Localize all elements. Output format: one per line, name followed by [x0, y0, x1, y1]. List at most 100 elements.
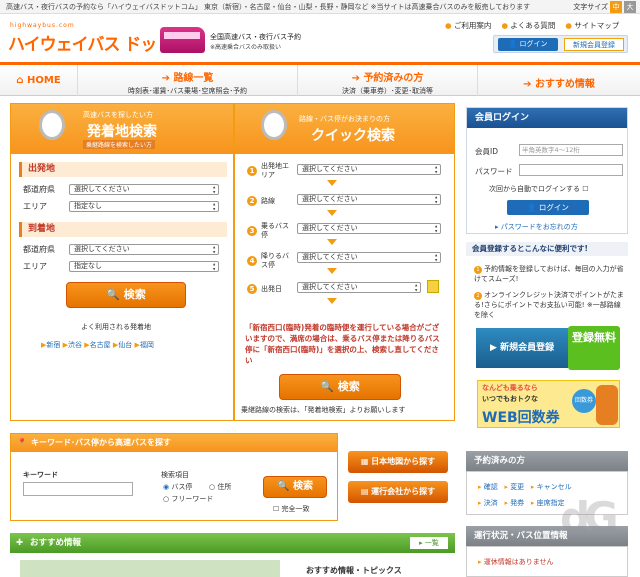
payment-link[interactable]: ▸ 決済: [478, 499, 498, 507]
main-nav: ⌂ HOME ➔ 路線一覧 時刻表･運賃･バス乗場･空席照会･予約 ➔ 予約済み…: [0, 62, 640, 96]
quick-board-select[interactable]: 選択してください: [297, 223, 441, 234]
faq-link[interactable]: ● よくある質問: [501, 20, 555, 31]
depart-search-title: 発着地検索: [87, 124, 157, 140]
cancel-link[interactable]: ▸ キャンセル: [531, 483, 572, 491]
operator-search-button[interactable]: ▤ 運行会社から探す: [348, 481, 448, 503]
web-coupon-banner[interactable]: なんども乗るなら いつでもおトクな WEB回数券 回数券: [477, 380, 620, 428]
magnifier-icon: [39, 110, 65, 140]
forgot-password-link[interactable]: ▸ パスワードをお忘れの方: [495, 222, 578, 232]
arrow-circle-icon: ➔: [161, 73, 170, 84]
popular-link[interactable]: ▶新宿: [41, 341, 60, 349]
popular-title: よく利用される発着地: [81, 323, 151, 331]
popular-links: ▶新宿 ▶渋谷 ▶名古屋 ▶仙台 ▶福岡: [41, 340, 154, 350]
password-input[interactable]: [519, 164, 623, 176]
radio-freeword[interactable]: ○ フリーワード: [163, 494, 213, 504]
depart-search-panel: 高速バスを探したい方 発着地検索 乗継路線を検索したい方 出発地 都道府県 選択…: [10, 103, 234, 421]
arrive-section-title: 到着地: [19, 222, 227, 237]
site-description: 高速バス・夜行バスの予約なら「ハイウェイバスドットコム」 東京（新宿）・名古屋・…: [6, 3, 531, 11]
header-register-button[interactable]: 新規会員登録: [564, 38, 624, 51]
tagline: 全国高速バス・夜行バス予約: [210, 33, 301, 41]
nav-recommend[interactable]: ➔ おすすめ情報: [478, 65, 640, 96]
map-search-button[interactable]: ▦ 日本地図から探す: [348, 451, 448, 473]
depart-area-select[interactable]: 指定なし: [69, 201, 219, 212]
change-link[interactable]: ▸ 変更: [504, 483, 524, 491]
home-icon: ⌂: [16, 75, 24, 86]
member-id-input[interactable]: 半角英数字4～12桁: [519, 144, 623, 156]
top-info-bar: 高速バス・夜行バスの予約なら「ハイウェイバスドットコム」 東京（新宿）・名古屋・…: [0, 0, 640, 14]
keyword-search-button[interactable]: 🔍 検索: [263, 476, 327, 498]
search-icon: 🔍: [277, 481, 290, 492]
bus-icon: ▤: [360, 487, 369, 496]
depart-search-button[interactable]: 🔍 検索: [66, 282, 186, 308]
arrow-icon: ▶: [490, 343, 497, 353]
search-icon: 🔍: [320, 380, 334, 393]
font-size-label: 文字サイズ: [573, 3, 608, 11]
popular-link[interactable]: ▶仙台: [113, 341, 132, 349]
arrow-circle-icon: ➔: [351, 73, 360, 84]
depart-section-title: 出発地: [19, 162, 227, 177]
popular-link[interactable]: ▶渋谷: [63, 341, 82, 349]
member-login-title: 会員ログイン: [467, 108, 627, 128]
benefit-item: 1 予約情報を登録しておけば、毎回の入力が省けてスムーズ!: [474, 265, 624, 283]
pin-icon: 📍: [17, 438, 27, 447]
bus-icon: [160, 27, 205, 53]
map-icon: ▦: [360, 457, 369, 466]
transfer-note: 乗継路線の検索は、「発着地検索」よりお願いします: [241, 406, 406, 414]
reserved-links-row1: ▸ 確認 ▸ 変更 ▸ キャンセル: [478, 482, 572, 492]
quick-alight-select[interactable]: 選択してください: [297, 252, 441, 263]
quick-area-select[interactable]: 選択してください: [297, 164, 441, 175]
magnifier-icon: [261, 110, 287, 140]
suspension-link[interactable]: ▸ 運休情報はありません: [478, 557, 554, 567]
popular-link[interactable]: ▶福岡: [135, 341, 154, 349]
recommend-subtitle: おすすめ情報・トピックス: [306, 566, 402, 575]
nav-home[interactable]: ⌂ HOME: [0, 65, 78, 96]
member-login-button[interactable]: 👤 ログイン: [507, 200, 589, 215]
radio-bus-stop[interactable]: ◉ バス停: [163, 482, 192, 492]
search-icon: 🔍: [106, 288, 120, 301]
calendar-icon[interactable]: [427, 280, 439, 293]
quick-search-button[interactable]: 🔍 検索: [279, 374, 401, 400]
reserved-title: 予約済みの方: [466, 451, 628, 471]
nav-reserved[interactable]: ➔ 予約済みの方 決済（乗車券）･変更･取消等: [298, 65, 478, 96]
member-login-panel: 会員ログイン 会員ID 半角英数字4～12桁 パスワード 次回から自動でログイン…: [466, 107, 628, 234]
auto-login-checkbox[interactable]: 次回から自動でログインする ☐: [489, 184, 589, 194]
arrive-pref-select[interactable]: 選択してください: [69, 244, 219, 255]
arrow-circle-icon: ➔: [523, 79, 532, 90]
quick-search-header: 路線・バス停がお決まりの方 クイック検索: [235, 104, 454, 154]
header-links: ● ご利用案内 ● よくある質問 ● サイトマップ: [445, 20, 619, 31]
benefits-title: 会員登録するとこんなに便利です!: [466, 242, 628, 256]
coupon-badge: 回数券: [572, 389, 596, 413]
confirm-link[interactable]: ▸ 確認: [478, 483, 498, 491]
quick-date-select[interactable]: 選択してください: [297, 282, 421, 293]
font-size-switcher: 文字サイズ 中 大: [573, 1, 636, 13]
reserved-links-row2: ▸ 決済 ▸ 発券 ▸ 座席指定: [478, 498, 565, 508]
sitemap-link[interactable]: ● サイトマップ: [565, 20, 619, 31]
tagline-note: ※高速乗合バスのみ取扱い: [210, 44, 282, 51]
recommend-header: ✚ おすすめ情報: [10, 533, 455, 553]
free-badge: 登録無料: [568, 326, 620, 370]
font-large-button[interactable]: 大: [624, 1, 636, 13]
logo-url: highwaybus.com: [10, 22, 75, 29]
exact-match-checkbox[interactable]: ☐ 完全一致: [273, 504, 310, 514]
keyword-input[interactable]: [23, 482, 133, 496]
nav-routes[interactable]: ➔ 路線一覧 時刻表･運賃･バス乗場･空席照会･予約: [78, 65, 298, 96]
depart-search-header: 高速バスを探したい方 発着地検索 乗継路線を検索したい方: [11, 104, 233, 154]
depart-pref-select[interactable]: 選択してください: [69, 184, 219, 195]
plus-icon: ✚: [16, 538, 24, 548]
recommend-image: [20, 560, 280, 577]
font-medium-button[interactable]: 中: [610, 1, 622, 13]
arrive-area-select[interactable]: 指定なし: [69, 261, 219, 272]
popular-link[interactable]: ▶名古屋: [84, 341, 110, 349]
issue-link[interactable]: ▸ 発券: [504, 499, 524, 507]
temporary-stop-notice: 「新宿西口(臨時)発着の臨時便を運行している場合がございますので、満席の場合は、…: [245, 323, 440, 365]
quick-route-select[interactable]: 選択してください: [297, 194, 441, 205]
header-login-button[interactable]: 👤 ログイン: [498, 38, 558, 51]
radio-address[interactable]: ○ 住所: [209, 482, 231, 492]
recommend-list-button[interactable]: ▸ 一覧: [410, 537, 448, 549]
guide-link[interactable]: ● ご利用案内: [445, 20, 491, 31]
watermark: dG: [560, 493, 618, 542]
mascot-icon: [596, 385, 618, 425]
keyword-search-panel: 📍 キーワード･バス停から高速バスを探す キーワード 検索項目 ◉ バス停 ○ 住…: [10, 433, 338, 521]
quick-search-title: クイック検索: [311, 128, 395, 144]
keyword-search-header: 📍 キーワード･バス停から高速バスを探す: [11, 434, 337, 452]
